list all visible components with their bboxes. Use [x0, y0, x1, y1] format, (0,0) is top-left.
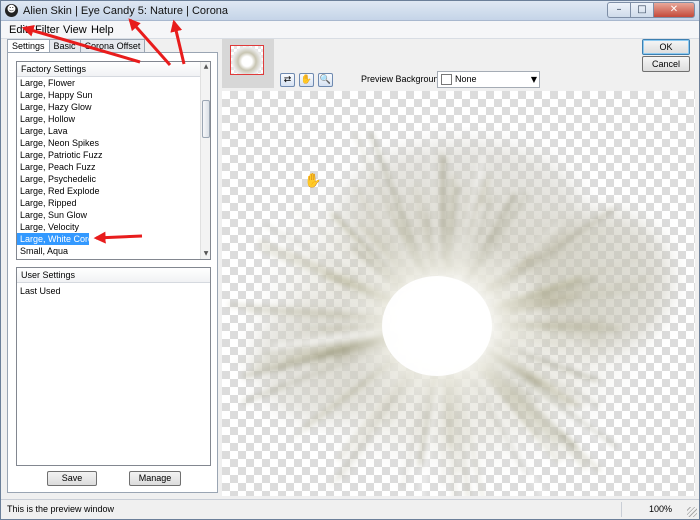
before-after-icon[interactable]: ⇄ [280, 73, 295, 87]
list-item[interactable]: Large, Psychedelic [17, 173, 210, 185]
zoom-level: 100% [649, 504, 673, 514]
tab-settings[interactable]: Settings [7, 39, 50, 53]
chevron-down-icon: ▼ [530, 75, 537, 84]
user-settings-header: User Settings [17, 268, 210, 283]
list-item-selected[interactable]: Large, White Corona [17, 233, 103, 245]
preview-window[interactable]: ✋ [222, 91, 695, 496]
factory-settings-list[interactable]: Factory Settings Large, Flower Large, Ha… [16, 61, 211, 260]
list-item[interactable]: Large, Hollow [17, 113, 210, 125]
maximize-button[interactable]: □ [630, 2, 653, 18]
navigator-thumbnail[interactable] [222, 39, 274, 88]
factory-settings-scrollbar[interactable]: ▲ ▼ [200, 62, 210, 259]
list-item[interactable]: Large, Neon Spikes [17, 137, 210, 149]
window-controls: – □ ✕ [607, 2, 695, 19]
user-settings-list[interactable]: User Settings Last Used [16, 267, 211, 466]
preview-background-label: Preview Background: [361, 74, 447, 84]
list-item[interactable]: Large, Hazy Glow [17, 101, 210, 113]
corona-preview-image [228, 108, 672, 496]
resize-grip-icon[interactable] [687, 507, 697, 517]
tab-basic[interactable]: Basic [48, 39, 81, 52]
hand-cursor-icon: ✋ [304, 173, 322, 189]
minimize-button[interactable]: – [607, 2, 630, 18]
save-button[interactable]: Save [47, 471, 97, 486]
settings-tabs: Settings Basic Corona Offset [7, 39, 146, 53]
menu-help[interactable]: Help [91, 24, 114, 36]
list-item-last-used[interactable]: Last Used [17, 285, 210, 297]
status-message: This is the preview window [7, 504, 115, 514]
settings-panel: Factory Settings Large, Flower Large, Ha… [7, 52, 218, 493]
menu-filter[interactable]: Filter [35, 24, 59, 36]
list-item[interactable]: Large, Peach Fuzz [17, 161, 210, 173]
cancel-button[interactable]: Cancel [642, 56, 690, 72]
menu-edit[interactable]: Edit [9, 24, 28, 36]
list-item[interactable]: Large, Lava [17, 125, 210, 137]
close-button[interactable]: ✕ [653, 2, 695, 18]
list-item[interactable]: Large, Velocity [17, 221, 210, 233]
list-item[interactable]: Large, Flower [17, 77, 210, 89]
ok-button[interactable]: OK [642, 39, 690, 55]
scroll-down-arrow-icon[interactable]: ▼ [201, 249, 210, 259]
alien-skin-app-icon: ☻ [5, 4, 18, 17]
menu-view[interactable]: View [63, 24, 87, 36]
hand-icon[interactable]: ✋ [299, 73, 314, 87]
factory-settings-items: Large, Flower Large, Happy Sun Large, Ha… [17, 77, 210, 257]
thumbnail-viewport[interactable] [230, 45, 264, 75]
window-title: Alien Skin | Eye Candy 5: Nature | Coron… [23, 5, 229, 17]
list-item[interactable]: Large, Ripped [17, 197, 210, 209]
tab-corona-offset[interactable]: Corona Offset [79, 39, 146, 52]
scrollbar-thumb[interactable] [202, 100, 210, 138]
manage-button[interactable]: Manage [129, 471, 181, 486]
factory-settings-header: Factory Settings [17, 62, 210, 77]
status-bar: This is the preview window 100% [1, 499, 699, 519]
eye-candy-window: ☻ Alien Skin | Eye Candy 5: Nature | Cor… [0, 0, 700, 520]
list-item[interactable]: Large, Sun Glow [17, 209, 210, 221]
list-item[interactable]: Small, Aqua [17, 245, 210, 257]
preview-background-value: None [455, 74, 477, 84]
scroll-up-arrow-icon[interactable]: ▲ [201, 62, 210, 72]
background-swatch [441, 74, 452, 85]
list-item[interactable]: Large, Red Explode [17, 185, 210, 197]
menu-bar: Edit Filter View Help [1, 21, 699, 39]
list-item[interactable]: Large, Patriotic Fuzz [17, 149, 210, 161]
title-bar: ☻ Alien Skin | Eye Candy 5: Nature | Cor… [1, 1, 699, 21]
zoom-icon[interactable]: 🔍 [318, 73, 333, 87]
preview-background-select[interactable]: None ▼ [437, 71, 540, 88]
status-divider [621, 502, 622, 517]
list-item[interactable]: Large, Happy Sun [17, 89, 210, 101]
